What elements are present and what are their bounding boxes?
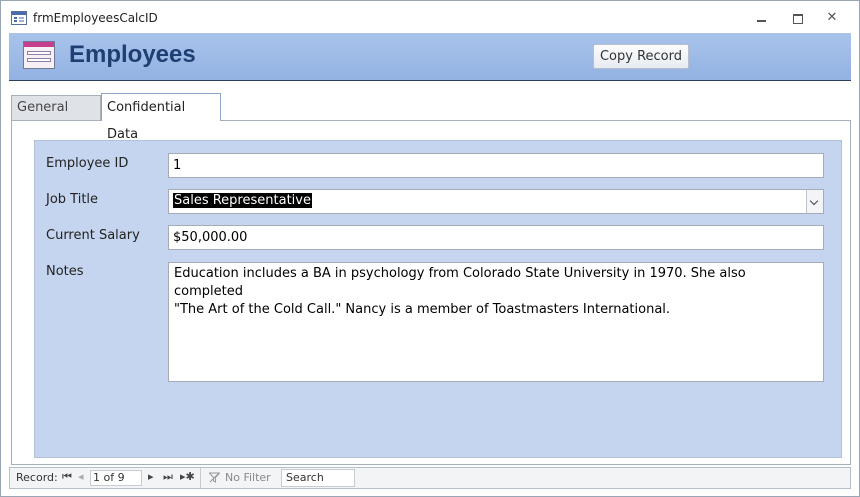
first-record-icon[interactable]: ⏮	[62, 470, 72, 484]
job-title-combobox[interactable]: Sales Representative	[168, 189, 824, 214]
job-title-value: Sales Representative	[173, 193, 312, 208]
notes-label: Notes	[46, 264, 84, 279]
filter-toggle[interactable]: No Filter	[200, 468, 278, 488]
employee-id-field[interactable]: 1	[168, 153, 824, 178]
current-salary-field[interactable]: $50,000.00	[168, 225, 824, 250]
previous-record-icon[interactable]: ◂	[78, 470, 84, 483]
new-record-icon[interactable]: ▸✱	[180, 470, 195, 483]
close-icon[interactable]: ✕	[822, 9, 842, 27]
last-record-icon[interactable]: ⏭	[163, 470, 173, 484]
record-label: Record:	[16, 471, 58, 484]
tab-general-data[interactable]: General Data	[11, 95, 101, 139]
employee-id-label: Employee ID	[46, 156, 129, 171]
no-filter-label: No Filter	[225, 471, 271, 484]
chevron-down-icon[interactable]	[806, 190, 823, 213]
record-position-input[interactable]: 1 of 9	[90, 470, 142, 486]
next-record-icon[interactable]: ▸	[148, 470, 154, 483]
current-salary-label: Current Salary	[46, 228, 140, 243]
form-window-icon	[11, 11, 27, 25]
access-form-window: frmEmployeesCalcID ✕ Employees Copy Reco…	[0, 0, 860, 497]
window-title: frmEmployeesCalcID	[33, 11, 158, 25]
current-salary-value: $50,000.00	[173, 230, 248, 245]
funnel-icon	[209, 472, 220, 483]
tab-confidential-data[interactable]: Confidential Data	[101, 93, 221, 142]
title-bar: frmEmployeesCalcID ✕	[1, 1, 859, 33]
search-input[interactable]: Search	[281, 469, 355, 487]
job-title-label: Job Title	[46, 192, 99, 207]
form-icon	[23, 41, 55, 69]
copy-record-button[interactable]: Copy Record	[593, 44, 689, 69]
notes-line-2: "The Art of the Cold Call." Nancy is a m…	[174, 302, 671, 317]
notes-textarea[interactable]: Education includes a BA in psychology fr…	[168, 262, 824, 382]
minimize-icon[interactable]	[751, 9, 771, 27]
record-navigation-bar: Record: ⏮ ◂ 1 of 9 ▸ ⏭ ▸✱ No Filter Sear…	[9, 467, 851, 489]
form-title: Employees	[69, 41, 196, 68]
form-header: Employees Copy Record	[9, 33, 851, 81]
notes-line-1: Education includes a BA in psychology fr…	[174, 266, 746, 299]
restore-icon[interactable]	[787, 9, 807, 27]
employee-id-value: 1	[173, 158, 182, 173]
